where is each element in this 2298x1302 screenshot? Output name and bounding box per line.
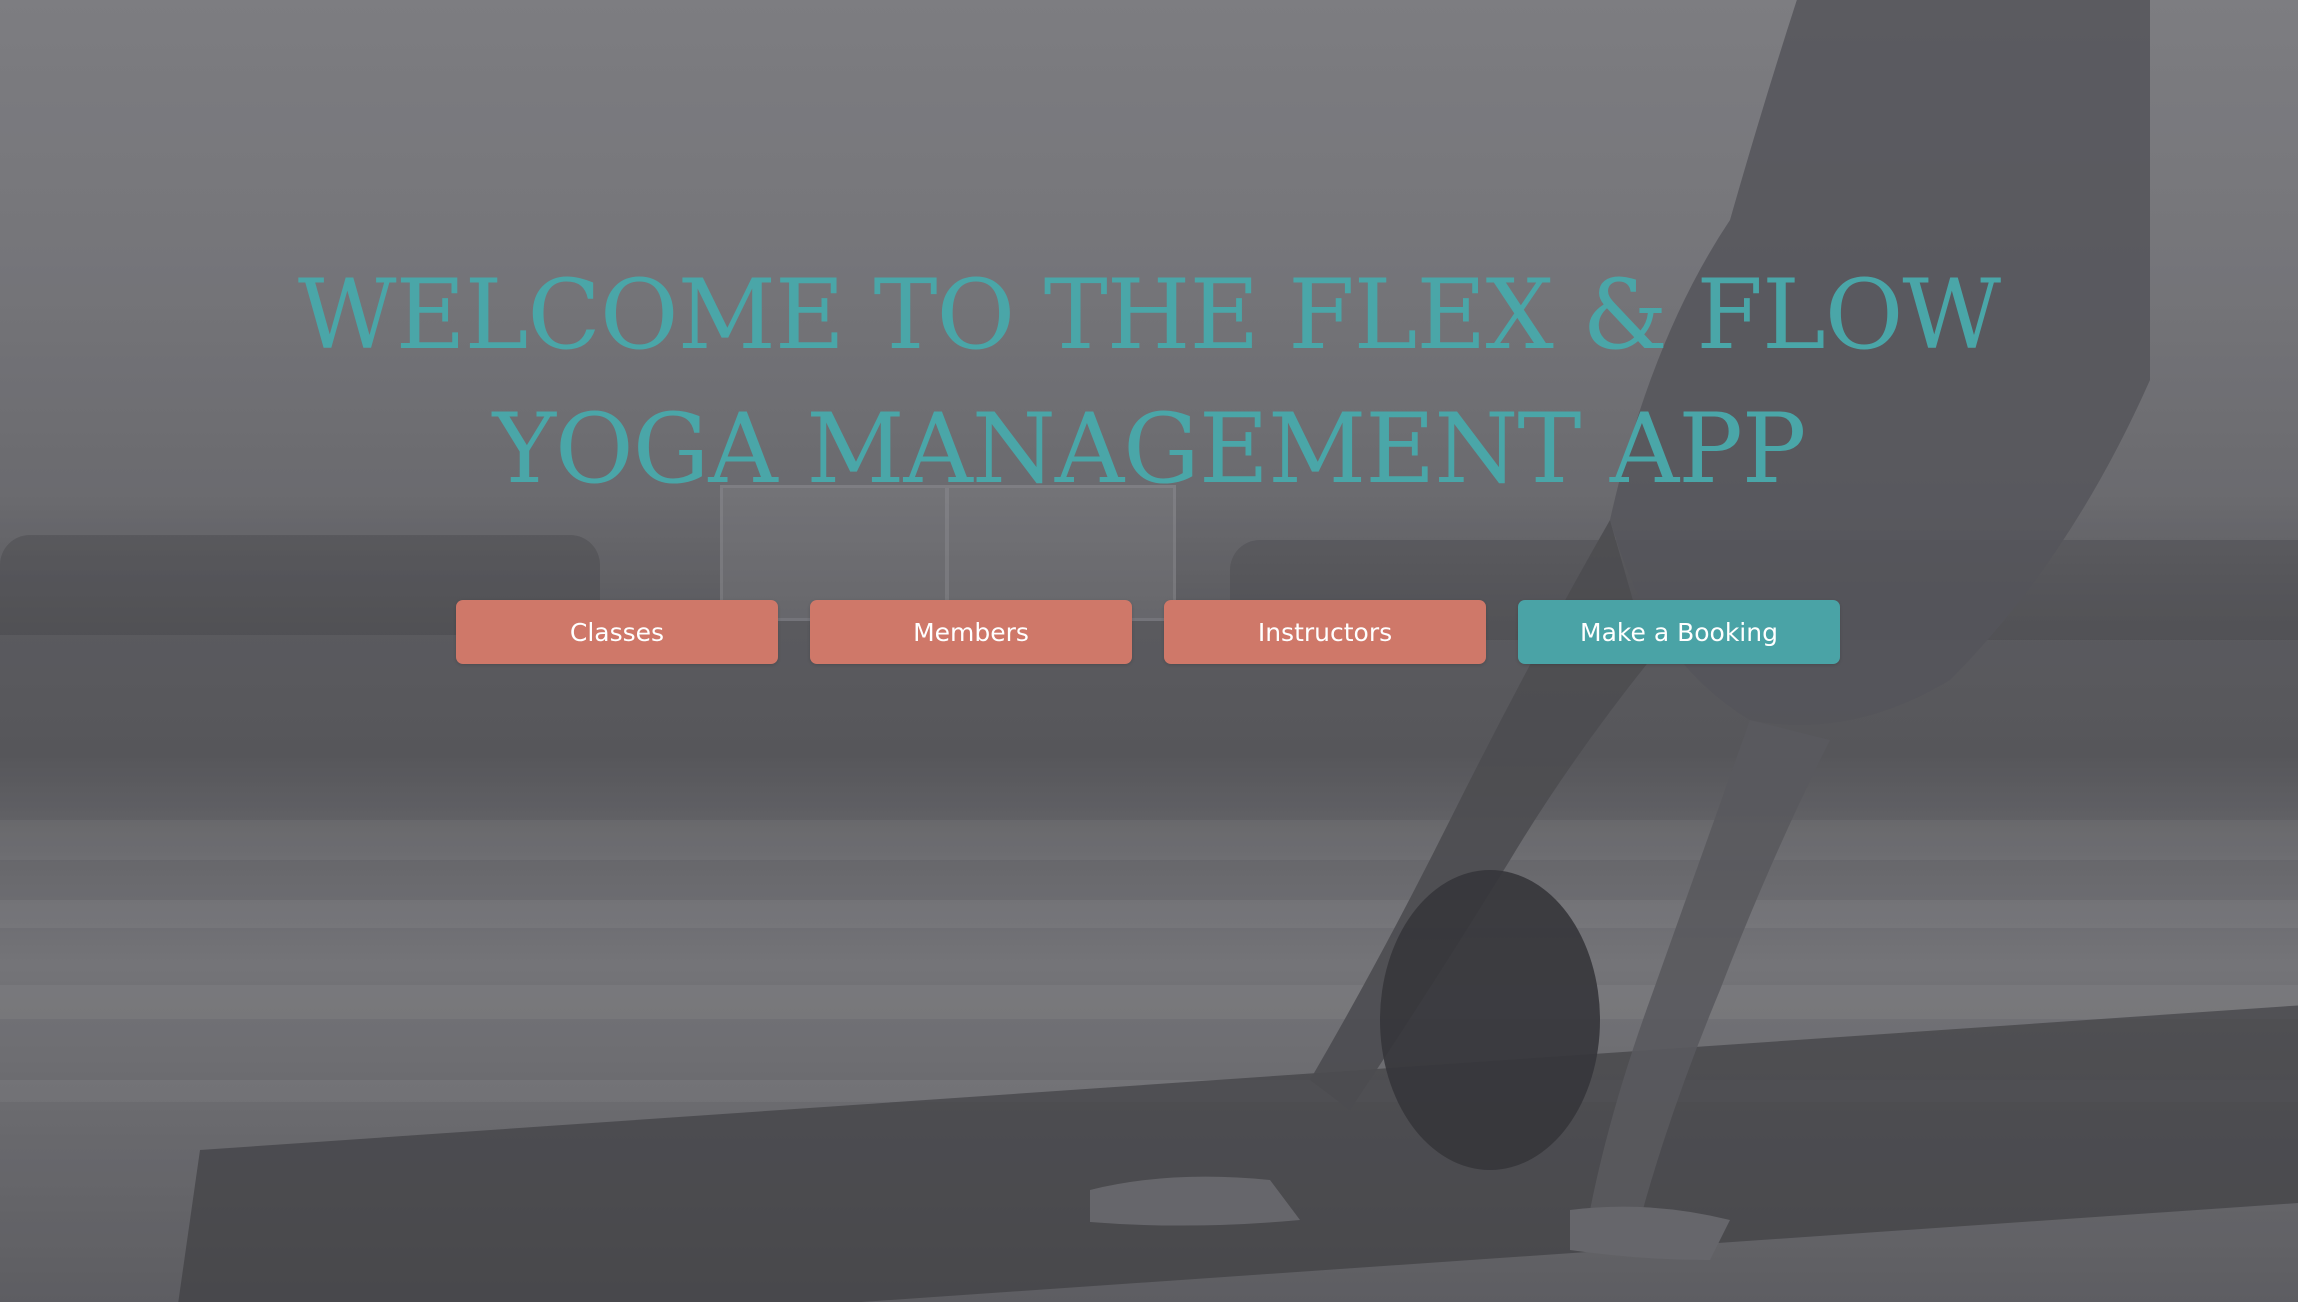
members-button[interactable]: Members [810,600,1132,664]
make-a-booking-button[interactable]: Make a Booking [1518,600,1840,664]
hero-section: WELCOME TO THE FLEX & FLOW YOGA MANAGEME… [0,0,2298,1302]
main-navigation: Classes Members Instructors Make a Booki… [456,600,1840,664]
classes-button[interactable]: Classes [456,600,778,664]
page-title: WELCOME TO THE FLEX & FLOW YOGA MANAGEME… [297,259,2001,505]
instructors-button[interactable]: Instructors [1164,600,1486,664]
